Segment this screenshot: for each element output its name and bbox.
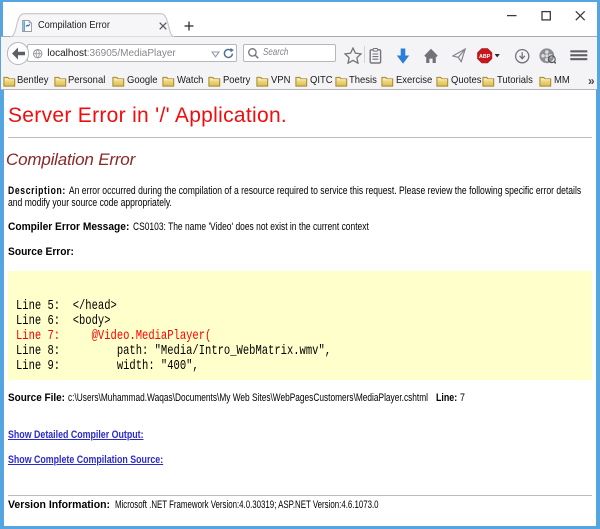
- svg-text:ABP: ABP: [479, 54, 491, 60]
